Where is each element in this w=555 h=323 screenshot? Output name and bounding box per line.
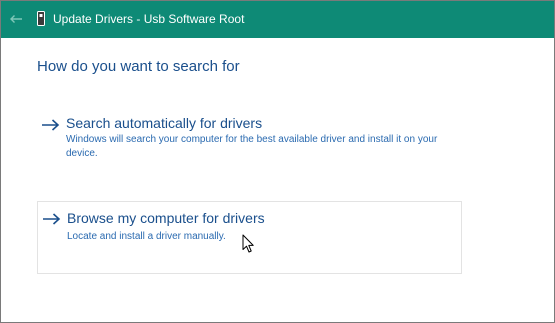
right-arrow-icon bbox=[43, 213, 61, 225]
mouse-pointer-icon bbox=[242, 234, 254, 253]
update-drivers-window: Update Drivers - Usb Software Root How d… bbox=[0, 0, 555, 323]
search-automatically-option[interactable]: Search automatically for drivers Windows… bbox=[37, 109, 463, 173]
right-arrow-icon bbox=[42, 119, 60, 131]
window-title: Update Drivers - Usb Software Root bbox=[53, 12, 245, 26]
option-description: Windows will search your computer for th… bbox=[66, 134, 438, 159]
option-title: Search automatically for drivers bbox=[66, 115, 263, 131]
option-title: Browse my computer for drivers bbox=[67, 210, 265, 226]
back-arrow-icon bbox=[10, 15, 22, 23]
back-button[interactable] bbox=[7, 10, 25, 28]
page-heading: How do you want to search for bbox=[37, 58, 240, 75]
title-bar: Update Drivers - Usb Software Root bbox=[1, 1, 554, 38]
option-description: Locate and install a driver manually. bbox=[67, 231, 226, 242]
usb-device-icon bbox=[37, 11, 45, 26]
